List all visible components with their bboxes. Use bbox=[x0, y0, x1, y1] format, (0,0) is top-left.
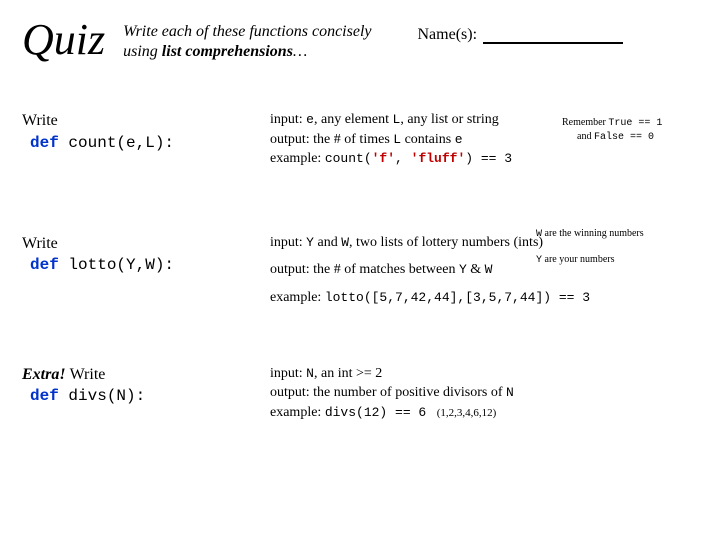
extra-label: Extra! bbox=[22, 366, 70, 383]
output-label: output: the number of positive divisors … bbox=[270, 385, 506, 400]
input-e: e bbox=[306, 112, 314, 127]
quiz-title: Quiz bbox=[22, 18, 105, 62]
input-W: W bbox=[341, 235, 349, 250]
names-blank-line[interactable] bbox=[483, 28, 623, 44]
instr-line1: Write each of these functions concisely bbox=[123, 23, 371, 40]
spec-divs: input: N, an int >= 2 output: the number… bbox=[270, 364, 698, 423]
def-keyword: def bbox=[30, 134, 68, 152]
problem-lotto: Write def lotto(Y,W): input: Y and W, tw… bbox=[22, 233, 698, 308]
names-label: Name(s): bbox=[418, 26, 478, 44]
note-bool-values: Remember True == 1 and False == 0 bbox=[562, 116, 702, 144]
prompt-count: Write def count(e,L): bbox=[22, 110, 252, 169]
input-mid1: and bbox=[314, 235, 341, 250]
instr-line2-pre: using bbox=[123, 43, 162, 60]
problem-count: Write def count(e,L): input: e, any elem… bbox=[22, 110, 698, 169]
output-N: N bbox=[506, 385, 514, 400]
example-label: example: bbox=[270, 405, 325, 420]
def-sig-divs: divs(N): bbox=[68, 387, 145, 405]
note-true: True == 1 bbox=[608, 118, 662, 129]
ex-arg1: 'f' bbox=[372, 151, 395, 166]
write-label: Write bbox=[22, 112, 58, 129]
prompt-lotto: Write def lotto(Y,W): bbox=[22, 233, 252, 308]
def-sig-lotto: lotto(Y,W): bbox=[68, 256, 174, 274]
output-label: output: the # of matches between bbox=[270, 262, 459, 277]
problem-divs: Extra! Write def divs(N): input: N, an i… bbox=[22, 364, 698, 423]
note-w: W are the winning numbers bbox=[536, 227, 696, 241]
input-Y: Y bbox=[306, 235, 314, 250]
output-label: output: the # of times bbox=[270, 132, 393, 147]
header: Quiz Write each of these functions conci… bbox=[22, 18, 698, 62]
input-label: input: bbox=[270, 235, 306, 250]
output-mid: & bbox=[467, 262, 485, 277]
output-Y: Y bbox=[459, 262, 467, 277]
spec-lotto: input: Y and W, two lists of lottery num… bbox=[270, 233, 698, 308]
def-keyword: def bbox=[30, 256, 68, 274]
input-N: N bbox=[306, 366, 314, 381]
def-keyword: def bbox=[30, 387, 68, 405]
write-label: Write bbox=[22, 235, 58, 252]
note-y-rest: are your numbers bbox=[542, 254, 614, 265]
output-mid: contains bbox=[401, 132, 455, 147]
instructions: Write each of these functions concisely … bbox=[123, 22, 371, 62]
output-W: W bbox=[485, 262, 493, 277]
example-divisors-list: (1,2,3,4,6,12) bbox=[437, 407, 497, 419]
names-field: Name(s): bbox=[418, 26, 624, 44]
note-w-rest: are the winning numbers bbox=[542, 228, 644, 239]
note-false: False == 0 bbox=[594, 132, 654, 143]
ex-pre: count( bbox=[325, 151, 372, 166]
note-l1-pre: Remember bbox=[562, 117, 608, 128]
prompt-divs: Extra! Write def divs(N): bbox=[22, 364, 252, 423]
input-label: input: bbox=[270, 112, 306, 127]
write-label: Write bbox=[70, 366, 106, 383]
example-code: divs(12) == 6 bbox=[325, 405, 426, 420]
note-l2-pre: and bbox=[577, 131, 594, 142]
input-mid2: , two lists of lottery numbers (ints) bbox=[349, 235, 543, 250]
input-mid1: , any element bbox=[314, 112, 393, 127]
ex-arg2: 'fluff' bbox=[411, 151, 466, 166]
example-label: example: bbox=[270, 151, 325, 166]
output-e: e bbox=[455, 132, 463, 147]
def-sig-count: count(e,L): bbox=[68, 134, 174, 152]
input-label: input: bbox=[270, 366, 306, 381]
example-label: example: bbox=[270, 290, 325, 305]
input-mid2: , any list or string bbox=[400, 112, 498, 127]
note-y: Y are your numbers bbox=[536, 253, 696, 267]
ex-mid: , bbox=[395, 151, 411, 166]
example-code: lotto([5,7,42,44],[3,5,7,44]) == 3 bbox=[325, 290, 590, 305]
output-L: L bbox=[393, 132, 401, 147]
input-rest: , an int >= 2 bbox=[314, 366, 382, 381]
instr-line2-bold: list comprehensions bbox=[162, 43, 293, 60]
instr-line2-suf: … bbox=[293, 43, 307, 60]
ex-post: ) == 3 bbox=[465, 151, 512, 166]
